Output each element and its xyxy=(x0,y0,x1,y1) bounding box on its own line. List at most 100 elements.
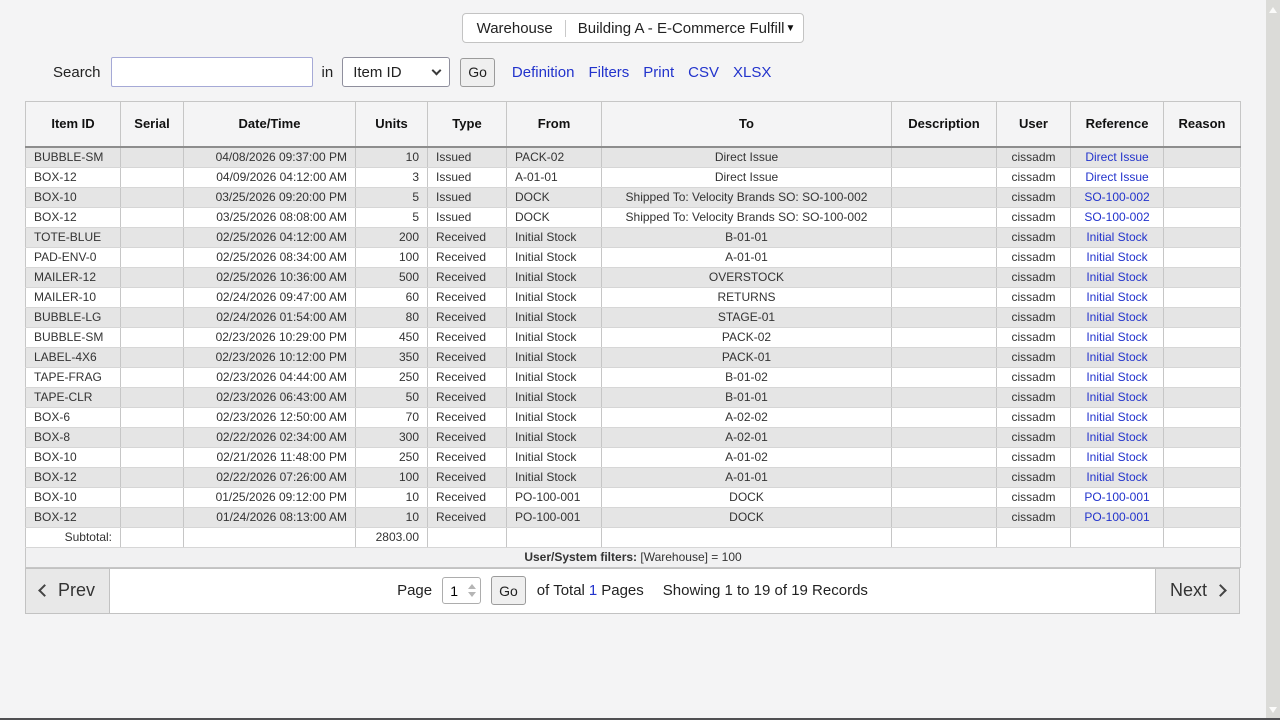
cell-item-id: TOTE-BLUE xyxy=(26,227,121,247)
reference-link[interactable]: Initial Stock xyxy=(1086,370,1147,384)
cell-reason xyxy=(1164,327,1241,347)
link-definition[interactable]: Definition xyxy=(512,64,575,81)
cell-from: Initial Stock xyxy=(507,407,602,427)
cell-serial xyxy=(121,407,184,427)
cell-reason xyxy=(1164,387,1241,407)
cell-description xyxy=(892,427,997,447)
cell-datetime: 04/09/2026 04:12:00 AM xyxy=(184,167,356,187)
cell-from: Initial Stock xyxy=(507,467,602,487)
cell-from: Initial Stock xyxy=(507,427,602,447)
cell-description xyxy=(892,467,997,487)
cell-reference: Initial Stock xyxy=(1071,227,1164,247)
cell-from: Initial Stock xyxy=(507,287,602,307)
reference-link[interactable]: Initial Stock xyxy=(1086,270,1147,284)
page-input[interactable] xyxy=(443,578,465,603)
vertical-scrollbar[interactable] xyxy=(1266,0,1280,720)
reference-link[interactable]: Initial Stock xyxy=(1086,390,1147,404)
reference-link[interactable]: Initial Stock xyxy=(1086,350,1147,364)
cell-item-id: BOX-12 xyxy=(26,167,121,187)
search-field-selected: Item ID xyxy=(353,64,401,81)
cell-serial xyxy=(121,487,184,507)
reference-link[interactable]: Initial Stock xyxy=(1086,470,1147,484)
prev-button[interactable]: Prev xyxy=(26,569,110,613)
cell-reason xyxy=(1164,247,1241,267)
cell-type: Issued xyxy=(428,167,507,187)
cell-type: Issued xyxy=(428,147,507,168)
cell-to: A-02-02 xyxy=(602,407,892,427)
table-row: BOX-1201/24/2026 08:13:00 AM10ReceivedPO… xyxy=(26,507,1241,527)
cell-description xyxy=(892,407,997,427)
stepper-buttons[interactable] xyxy=(465,578,478,603)
cell-type: Received xyxy=(428,227,507,247)
cell-user: cissadm xyxy=(997,187,1071,207)
cell-item-id: BOX-12 xyxy=(26,507,121,527)
reference-link[interactable]: Initial Stock xyxy=(1086,410,1147,424)
reference-link[interactable]: Initial Stock xyxy=(1086,450,1147,464)
total-pages-link[interactable]: 1 xyxy=(589,582,597,599)
reference-link[interactable]: Initial Stock xyxy=(1086,290,1147,304)
reference-link[interactable]: Initial Stock xyxy=(1086,430,1147,444)
reference-link[interactable]: Initial Stock xyxy=(1086,230,1147,244)
page-number-stepper[interactable] xyxy=(442,577,481,604)
cell-datetime: 02/25/2026 10:36:00 AM xyxy=(184,267,356,287)
cell-serial xyxy=(121,267,184,287)
cell-datetime: 03/25/2026 09:20:00 PM xyxy=(184,187,356,207)
reference-link[interactable]: SO-100-002 xyxy=(1084,190,1149,204)
cell-item-id: TAPE-FRAG xyxy=(26,367,121,387)
search-label: Search xyxy=(53,64,101,81)
next-button[interactable]: Next xyxy=(1155,569,1239,613)
cell-user: cissadm xyxy=(997,247,1071,267)
cell-to: B-01-01 xyxy=(602,227,892,247)
cell-reference: Initial Stock xyxy=(1071,267,1164,287)
reference-link[interactable]: Direct Issue xyxy=(1085,170,1148,184)
scroll-up-arrow-icon[interactable] xyxy=(1269,7,1277,13)
cell-datetime: 02/25/2026 04:12:00 AM xyxy=(184,227,356,247)
link-filters[interactable]: Filters xyxy=(588,64,629,81)
link-xlsx[interactable]: XLSX xyxy=(733,64,771,81)
search-field-select[interactable]: Item ID xyxy=(342,57,450,87)
cell-reason xyxy=(1164,187,1241,207)
table-row: LABEL-4X602/23/2026 10:12:00 PM350Receiv… xyxy=(26,347,1241,367)
cell-units: 70 xyxy=(356,407,428,427)
total-pages-text: of Total1Pages xyxy=(537,582,644,599)
reference-link[interactable]: Initial Stock xyxy=(1086,250,1147,264)
cell-description xyxy=(892,187,997,207)
reference-link[interactable]: PO-100-001 xyxy=(1084,510,1149,524)
spinner-up-icon[interactable] xyxy=(468,584,476,589)
scroll-down-arrow-icon[interactable] xyxy=(1269,707,1277,713)
cell-datetime: 02/21/2026 11:48:00 PM xyxy=(184,447,356,467)
table-row: TAPE-CLR02/23/2026 06:43:00 AM50Received… xyxy=(26,387,1241,407)
warehouse-dropdown-value[interactable]: Building A - E-Commerce Fulfill xyxy=(578,20,785,37)
cell-type: Received xyxy=(428,367,507,387)
search-go-button[interactable]: Go xyxy=(460,58,495,87)
cell-reference: Direct Issue xyxy=(1071,147,1164,168)
cell-reference: SO-100-002 xyxy=(1071,187,1164,207)
cell-to: OVERSTOCK xyxy=(602,267,892,287)
table-row: BOX-602/23/2026 12:50:00 AM70ReceivedIni… xyxy=(26,407,1241,427)
cell-serial xyxy=(121,247,184,267)
table-row: BOX-802/22/2026 02:34:00 AM300ReceivedIn… xyxy=(26,427,1241,447)
cell-user: cissadm xyxy=(997,287,1071,307)
reference-link[interactable]: Direct Issue xyxy=(1085,150,1148,164)
link-csv[interactable]: CSV xyxy=(688,64,719,81)
reference-link[interactable]: SO-100-002 xyxy=(1084,210,1149,224)
chevron-left-icon xyxy=(38,584,51,597)
column-header-type: Type xyxy=(428,102,507,147)
link-print[interactable]: Print xyxy=(643,64,674,81)
column-header-description: Description xyxy=(892,102,997,147)
cell-type: Received xyxy=(428,407,507,427)
cell-reason xyxy=(1164,487,1241,507)
spinner-down-icon[interactable] xyxy=(468,592,476,597)
cell-from: PO-100-001 xyxy=(507,487,602,507)
warehouse-selector[interactable]: Warehouse Building A - E-Commerce Fulfil… xyxy=(462,13,805,43)
reference-link[interactable]: Initial Stock xyxy=(1086,310,1147,324)
cell-serial xyxy=(121,387,184,407)
cell-to: RETURNS xyxy=(602,287,892,307)
table-row: BOX-1202/22/2026 07:26:00 AM100ReceivedI… xyxy=(26,467,1241,487)
reference-link[interactable]: Initial Stock xyxy=(1086,330,1147,344)
reference-link[interactable]: PO-100-001 xyxy=(1084,490,1149,504)
page-go-button[interactable]: Go xyxy=(491,576,526,605)
cell-units: 250 xyxy=(356,447,428,467)
search-input[interactable] xyxy=(111,57,313,87)
cell-from: Initial Stock xyxy=(507,267,602,287)
